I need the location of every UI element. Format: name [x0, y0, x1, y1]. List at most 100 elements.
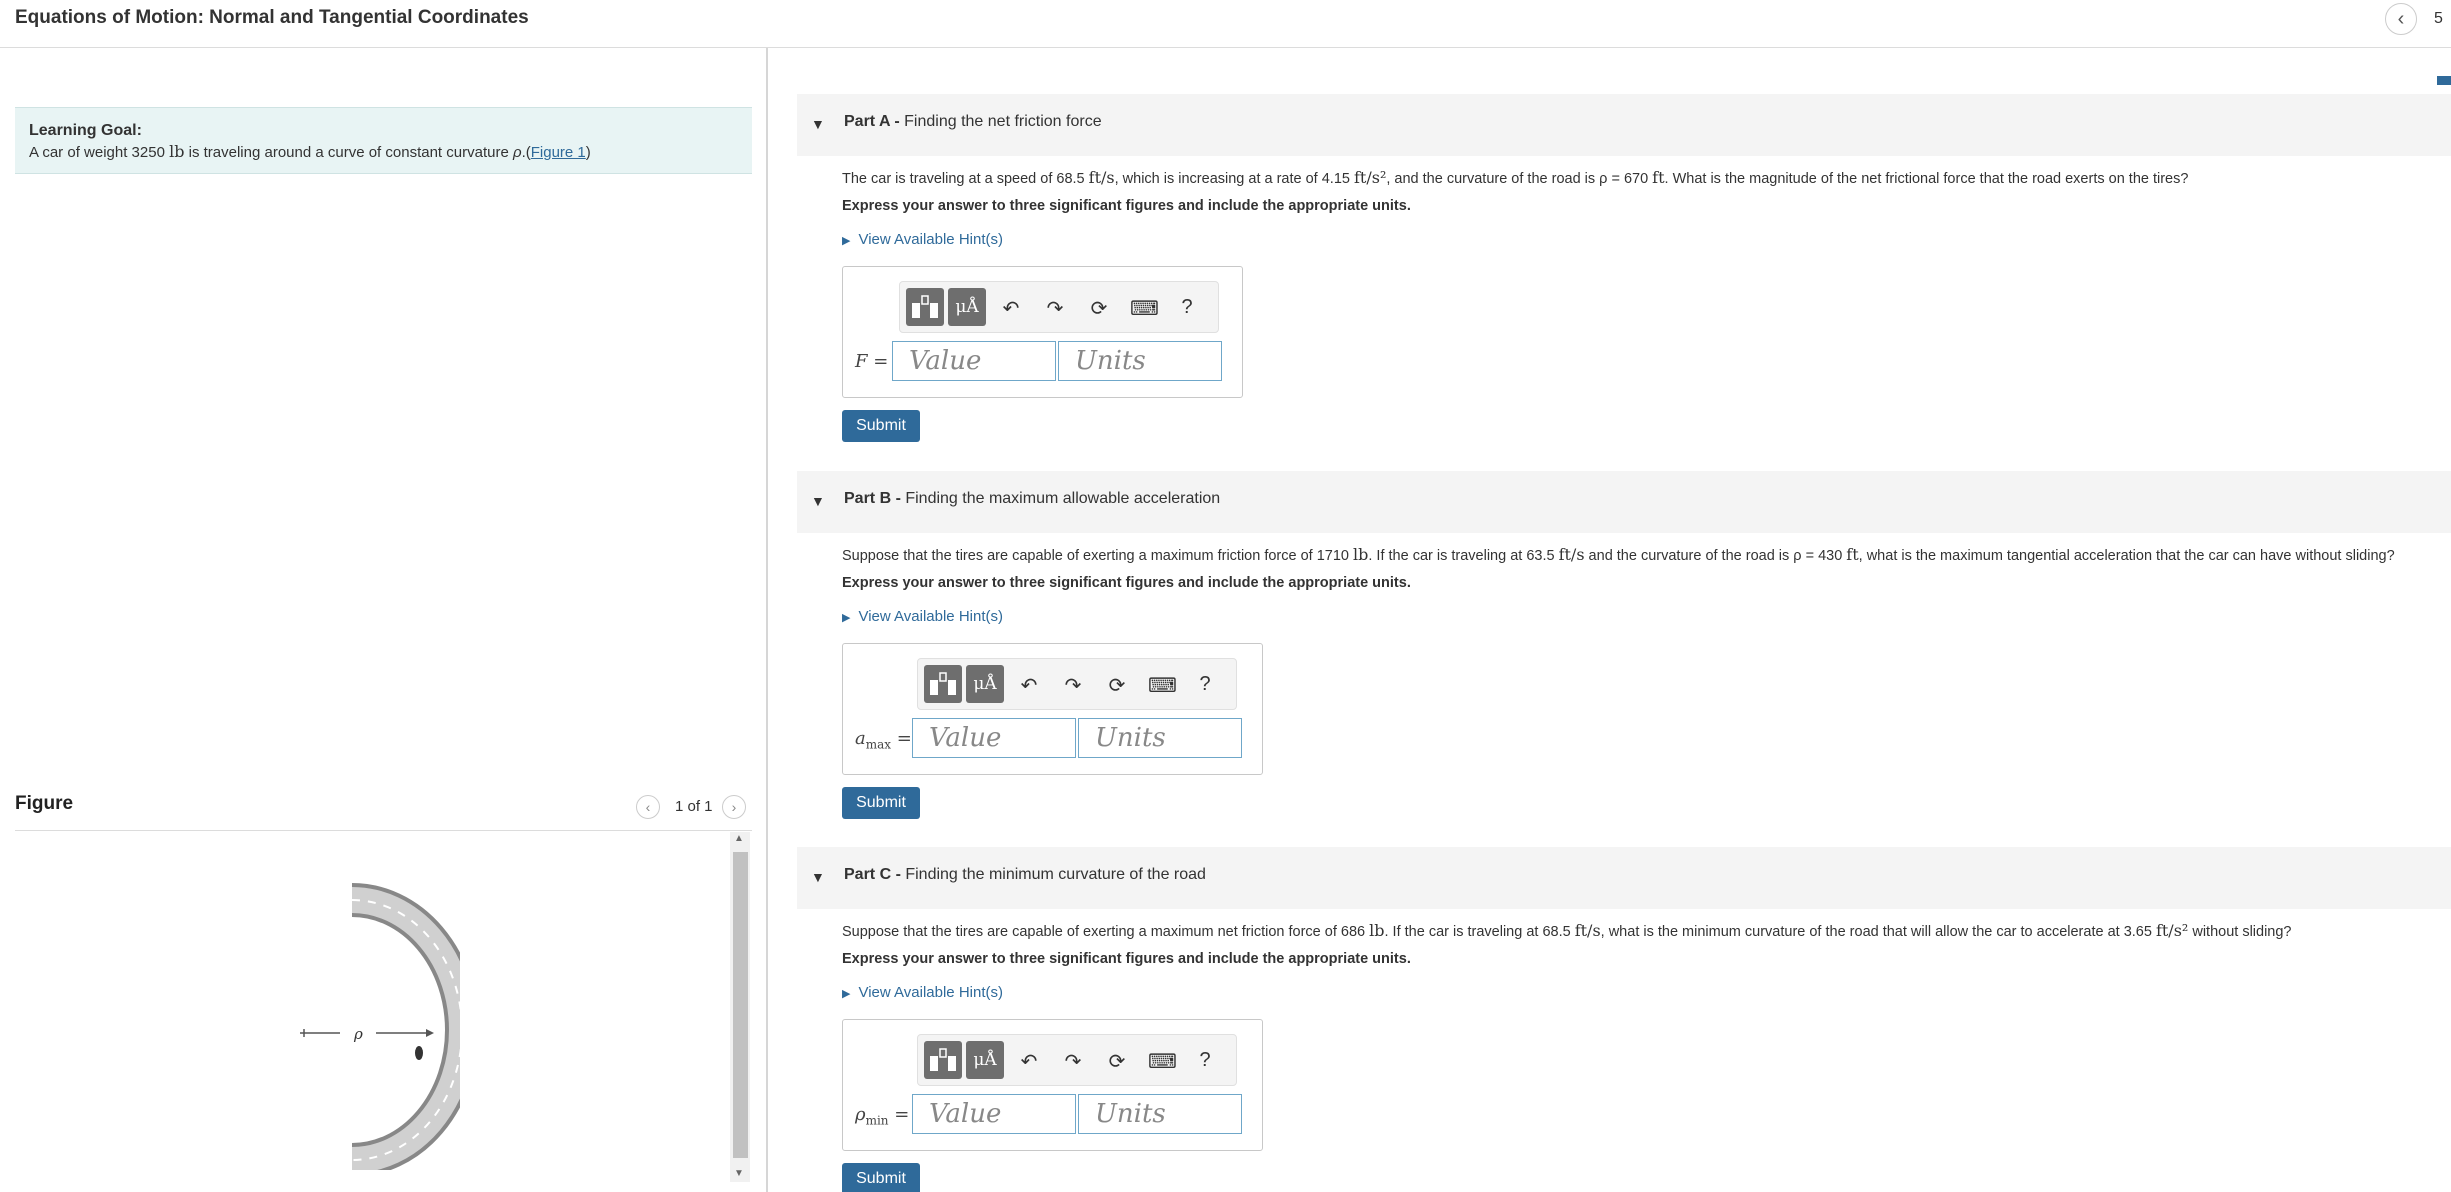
figure-next-icon[interactable]: ›: [722, 795, 746, 819]
top-bar: Equations of Motion: Normal and Tangenti…: [0, 0, 2451, 48]
undo-icon[interactable]: ↶: [1016, 673, 1042, 698]
question-q2: . If the car is traveling at 63.5: [1368, 548, 1559, 564]
question-u1: ft/s: [1088, 168, 1115, 187]
equals-sign: =: [896, 728, 912, 749]
templates-icon[interactable]: [906, 288, 944, 326]
figure-divider: [15, 830, 752, 831]
part-b-hints-link[interactable]: ▶ View Available Hint(s): [842, 608, 1003, 625]
equals-sign: =: [873, 351, 889, 372]
question-u3: ft/s²: [2155, 921, 2189, 940]
submit-button[interactable]: Submit: [842, 1163, 920, 1192]
undo-icon[interactable]: ↶: [1016, 1049, 1042, 1074]
learning-goal-text: A car of weight 3250 lb is traveling aro…: [29, 142, 738, 161]
reset-icon[interactable]: ⟳: [1104, 673, 1130, 698]
undo-icon[interactable]: ↶: [998, 296, 1024, 321]
question-u2: ft/s²: [1354, 168, 1387, 187]
rho-label: ρ: [353, 1025, 363, 1043]
units-button[interactable]: μÅ: [948, 288, 986, 326]
variable-symbol: F: [855, 351, 868, 372]
figure-link[interactable]: Figure 1: [531, 144, 586, 161]
hint-label[interactable]: View Available Hint(s): [858, 984, 1003, 1001]
pane-divider[interactable]: [766, 48, 768, 1192]
value-input[interactable]: Value: [912, 718, 1076, 758]
reset-icon[interactable]: ⟳: [1086, 296, 1112, 321]
part-b-answer-box: μÅ ↶ ↷ ⟳ ⌨? amax = Value Units: [842, 643, 1263, 775]
part-a-header[interactable]: ▼ Part A - Finding the net friction force: [797, 94, 2451, 156]
expand-triangle-icon: ▶: [842, 988, 851, 1000]
keyboard-icon[interactable]: ⌨: [1148, 1049, 1177, 1074]
help-icon[interactable]: ?: [1174, 296, 1200, 319]
value-input[interactable]: Value: [892, 341, 1056, 381]
part-b-variable: amax =: [855, 728, 912, 752]
keyboard-icon[interactable]: ⌨: [1148, 673, 1177, 698]
part-a-hints-link[interactable]: ▶ View Available Hint(s): [842, 231, 1003, 248]
part-a-question: The car is traveling at a speed of 68.5 …: [842, 168, 2188, 187]
goal-text-pre: A car of weight 3250: [29, 144, 170, 161]
goal-unit: lb: [169, 142, 185, 161]
item-count: 5: [2434, 10, 2443, 27]
part-c-answer-box: μÅ ↶ ↷ ⟳ ⌨? ρmin = Value Units: [842, 1019, 1263, 1151]
part-c-header[interactable]: ▼ Part C - Finding the minimum curvature …: [797, 847, 2451, 909]
help-icon[interactable]: ?: [1192, 1049, 1218, 1072]
part-a-title: Part A - Finding the net friction force: [844, 113, 1102, 131]
units-button[interactable]: μÅ: [966, 665, 1004, 703]
part-c-label: Part C -: [844, 866, 906, 883]
variable-symbol: ρ: [855, 1104, 866, 1125]
figure-count: 1 of 1: [675, 798, 713, 815]
help-icon[interactable]: ?: [1192, 673, 1218, 696]
question-q4: without sliding?: [2188, 924, 2292, 940]
question-q3: and the curvature of the road is ρ = 430: [1584, 548, 1847, 564]
part-b-name: Finding the maximum allowable accelerati…: [905, 490, 1221, 507]
redo-icon[interactable]: ↷: [1060, 1049, 1086, 1074]
question-q2: . If the car is traveling at 68.5: [1384, 924, 1575, 940]
question-q1: Suppose that the tires are capable of ex…: [842, 548, 1353, 564]
templates-icon[interactable]: [924, 1041, 962, 1079]
question-q3: , what is the minimum curvature of the r…: [1600, 924, 2156, 940]
redo-icon[interactable]: ↷: [1042, 296, 1068, 321]
part-b-instructions: Express your answer to three significant…: [842, 575, 1411, 591]
scroll-up-icon[interactable]: ▲: [734, 833, 744, 844]
question-u2: ft/s: [1574, 921, 1601, 940]
part-b-label: Part B -: [844, 490, 906, 507]
part-a-instructions: Express your answer to three significant…: [842, 198, 1411, 214]
keyboard-icon[interactable]: ⌨: [1130, 296, 1159, 321]
part-c-title: Part C - Finding the minimum curvature o…: [844, 866, 1206, 884]
scroll-down-icon[interactable]: ▼: [734, 1168, 744, 1179]
figure-prev-icon[interactable]: ‹: [636, 795, 660, 819]
goal-paren-open: .(: [521, 144, 531, 161]
templates-icon[interactable]: [924, 665, 962, 703]
hint-label[interactable]: View Available Hint(s): [858, 231, 1003, 248]
part-a-answer-box: μÅ ↶ ↷ ⟳ ⌨? F = Value Units: [842, 266, 1243, 398]
math-toolbar: μÅ ↶ ↷ ⟳ ⌨?: [917, 658, 1237, 710]
submit-button[interactable]: Submit: [842, 410, 920, 442]
collapse-triangle-icon[interactable]: ▼: [811, 116, 825, 132]
question-u3: ft: [1652, 168, 1665, 187]
equals-sign: =: [894, 1104, 910, 1125]
hint-label[interactable]: View Available Hint(s): [858, 608, 1003, 625]
goal-paren-close: ): [585, 144, 591, 161]
part-b-header[interactable]: ▼ Part B - Finding the maximum allowable …: [797, 471, 2451, 533]
units-input[interactable]: Units: [1078, 718, 1242, 758]
part-c-hints-link[interactable]: ▶ View Available Hint(s): [842, 984, 1003, 1001]
submit-button[interactable]: Submit: [842, 787, 920, 819]
chevron-left-icon[interactable]: ‹: [2385, 3, 2417, 35]
units-input[interactable]: Units: [1058, 341, 1222, 381]
figure-scroll-thumb[interactable]: [733, 852, 748, 1158]
math-toolbar: μÅ ↶ ↷ ⟳ ⌨?: [917, 1034, 1237, 1086]
question-u1: lb: [1353, 545, 1369, 564]
units-input[interactable]: Units: [1078, 1094, 1242, 1134]
question-q3: , and the curvature of the road is ρ = 6…: [1386, 171, 1653, 187]
collapse-triangle-icon[interactable]: ▼: [811, 493, 825, 509]
question-q4: , what is the maximum tangential acceler…: [1858, 548, 2395, 564]
value-input[interactable]: Value: [912, 1094, 1076, 1134]
reset-icon[interactable]: ⟳: [1104, 1049, 1130, 1074]
collapse-triangle-icon[interactable]: ▼: [811, 869, 825, 885]
expand-triangle-icon: ▶: [842, 612, 851, 624]
units-button[interactable]: μÅ: [966, 1041, 1004, 1079]
question-q4: . What is the magnitude of the net frict…: [1664, 171, 2189, 187]
road-curve-figure: ρ: [300, 883, 460, 1170]
part-c-question: Suppose that the tires are capable of ex…: [842, 921, 2292, 940]
part-a-name: Finding the net friction force: [904, 113, 1102, 130]
part-a-label: Part A -: [844, 113, 905, 130]
redo-icon[interactable]: ↷: [1060, 673, 1086, 698]
